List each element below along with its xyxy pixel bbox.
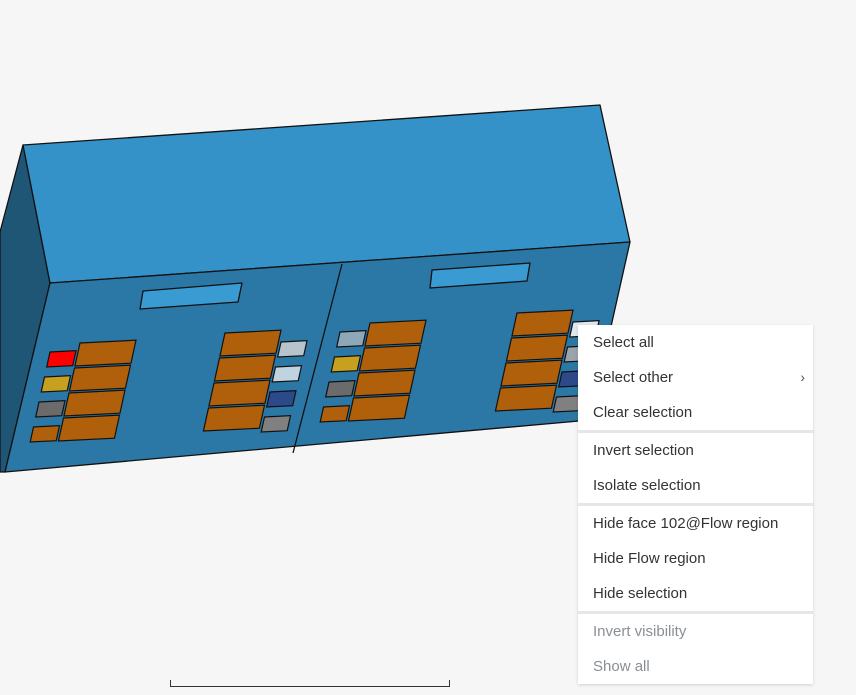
component-chip[interactable] — [265, 390, 297, 408]
menu-group: Select all Select other › Clear selection — [578, 325, 813, 430]
menu-item-label: Select other — [593, 369, 674, 386]
menu-group: Invert visibility Show all — [578, 614, 813, 684]
heat-sink-panel[interactable] — [353, 369, 416, 397]
component-chip[interactable] — [330, 355, 362, 373]
heat-sink-panel[interactable] — [494, 384, 558, 412]
scale-bar — [170, 680, 450, 687]
component-chip[interactable] — [29, 425, 61, 443]
heat-sink-panel[interactable] — [213, 354, 277, 382]
heat-sink-panel[interactable] — [63, 389, 126, 417]
component-chip[interactable] — [271, 365, 303, 383]
menu-group: Invert selection Isolate selection — [578, 433, 813, 503]
heat-sink-panel[interactable] — [208, 379, 271, 407]
heat-sink-panel[interactable] — [68, 364, 132, 392]
heat-sink-panel[interactable] — [511, 309, 574, 337]
context-menu[interactable]: Select all Select other › Clear selection In… — [578, 325, 813, 684]
heat-sink-panel[interactable] — [500, 359, 563, 387]
menu-item-hide-flow-region[interactable]: Hide Flow region — [578, 541, 813, 576]
heat-sink-panel[interactable] — [358, 344, 422, 372]
heat-sink-panel[interactable] — [364, 319, 427, 347]
menu-item-label: Hide Flow region — [593, 550, 706, 567]
menu-item-show-all[interactable]: Show all — [578, 649, 813, 684]
chevron-right-icon: › — [800, 369, 805, 385]
menu-item-hide-face-102-flow-region[interactable]: Hide face 102@Flow region — [578, 506, 813, 541]
component-chip[interactable] — [260, 415, 292, 433]
component-chip[interactable] — [34, 400, 66, 418]
menu-item-select-all[interactable]: Select all — [578, 325, 813, 360]
menu-group: Hide face 102@Flow region Hide Flow regio… — [578, 506, 813, 611]
component-chip[interactable] — [40, 375, 72, 393]
heat-sink-panel[interactable] — [347, 394, 411, 422]
menu-item-label: Select all — [593, 334, 654, 351]
menu-item-invert-visibility[interactable]: Invert visibility — [578, 614, 813, 649]
menu-item-label: Invert visibility — [593, 623, 687, 640]
heat-sink-panel[interactable] — [74, 339, 137, 367]
menu-item-label: Invert selection — [593, 442, 694, 459]
menu-item-isolate-selection[interactable]: Isolate selection — [578, 468, 813, 503]
heat-sink-panel[interactable] — [202, 404, 266, 432]
menu-item-label: Hide face 102@Flow region — [593, 515, 779, 532]
menu-item-select-other[interactable]: Select other › — [578, 360, 813, 395]
menu-item-label: Isolate selection — [593, 477, 701, 494]
menu-item-invert-selection[interactable]: Invert selection — [578, 433, 813, 468]
menu-item-clear-selection[interactable]: Clear selection — [578, 395, 813, 430]
component-chip[interactable] — [335, 330, 367, 348]
heat-sink-panel[interactable] — [505, 334, 569, 362]
component-chip[interactable] — [324, 380, 356, 398]
menu-item-hide-selection[interactable]: Hide selection — [578, 576, 813, 611]
component-chip[interactable] — [45, 350, 77, 368]
menu-item-label: Hide selection — [593, 585, 688, 602]
component-chip[interactable] — [319, 405, 351, 423]
menu-item-label: Show all — [593, 658, 650, 675]
menu-item-label: Clear selection — [593, 404, 693, 421]
heat-sink-panel[interactable] — [219, 329, 282, 357]
heat-sink-panel[interactable] — [57, 414, 121, 442]
component-chip[interactable] — [276, 340, 308, 358]
